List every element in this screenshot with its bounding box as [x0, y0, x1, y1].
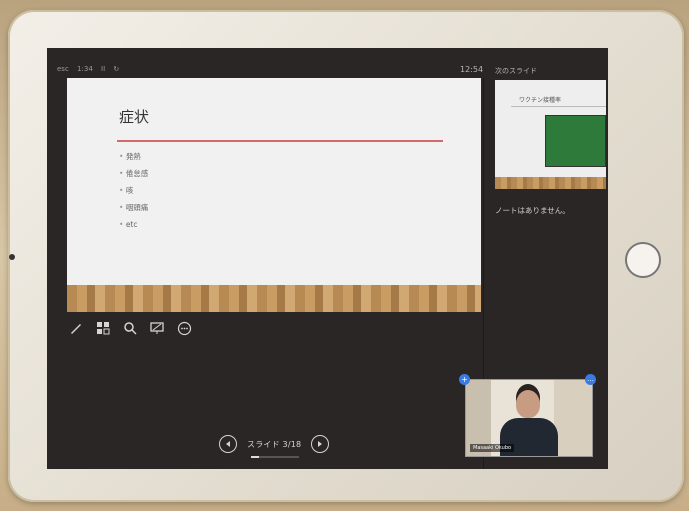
- presenter-screen: esc 1:34 II ↻ 12:54 次のスライド 症状 発熱 倦怠感 咳 咽…: [47, 48, 608, 469]
- chevron-left-icon: [226, 441, 230, 447]
- next-slide-chart: [545, 115, 606, 167]
- slide-title: 症状: [119, 108, 150, 126]
- participant-video[interactable]: Masaaki Okubo: [465, 379, 593, 457]
- bullet-item: 発熱: [119, 148, 148, 165]
- home-button[interactable]: [625, 242, 661, 278]
- presenter-toolbar: [67, 318, 193, 338]
- next-slide-button[interactable]: [311, 435, 330, 453]
- slide-counter: スライド 3/18: [247, 439, 302, 449]
- chevron-right-icon: [318, 441, 323, 447]
- current-slide[interactable]: 症状 発熱 倦怠感 咳 咽頭痛 etc: [67, 78, 481, 312]
- clock: 12:54: [460, 65, 484, 74]
- wood-floor-decoration: [67, 285, 481, 312]
- bullet-list: 発熱 倦怠感 咳 咽頭痛 etc: [119, 148, 149, 233]
- notes-text: ノートはありません。: [495, 206, 570, 215]
- slide-progress-fill: [251, 456, 259, 458]
- next-slide-floor: [495, 177, 606, 189]
- add-icon[interactable]: +: [459, 374, 470, 385]
- reset-timer-button[interactable]: ↻: [113, 65, 119, 73]
- bullet-item: 倦怠感: [119, 165, 149, 182]
- screen-icon[interactable]: [148, 319, 166, 337]
- next-slide-rule: [511, 106, 606, 107]
- next-slide-label: 次のスライド: [495, 67, 537, 75]
- participant-name: Masaaki Okubo: [470, 444, 515, 452]
- bullet-item: etc: [119, 216, 148, 233]
- search-icon[interactable]: [121, 319, 139, 337]
- esc-button[interactable]: esc: [57, 65, 69, 73]
- camera-dot: [9, 254, 15, 260]
- bullet-item: 咽頭痛: [119, 199, 149, 216]
- bullet-item: 咳: [119, 182, 148, 199]
- pen-icon[interactable]: [67, 319, 85, 337]
- more-icon[interactable]: [175, 319, 193, 337]
- next-slide-thumbnail[interactable]: ワクチン接種率: [495, 80, 606, 189]
- participant-head: [516, 390, 540, 418]
- more-options-icon[interactable]: …: [585, 374, 596, 385]
- status-left: esc 1:34 II ↻: [57, 65, 125, 73]
- slides-grid-icon[interactable]: [94, 319, 112, 337]
- elapsed-time: 1:34: [77, 65, 93, 73]
- status-bar: esc 1:34 II ↻ 12:54 次のスライド: [47, 48, 608, 78]
- slide-progress-track: [251, 456, 299, 458]
- previous-slide-button[interactable]: [219, 435, 237, 453]
- next-slide-title: ワクチン接種率: [519, 97, 562, 104]
- slide-navigation: スライド 3/18: [219, 433, 330, 455]
- title-rule: [117, 140, 443, 142]
- pause-button[interactable]: II: [101, 65, 105, 73]
